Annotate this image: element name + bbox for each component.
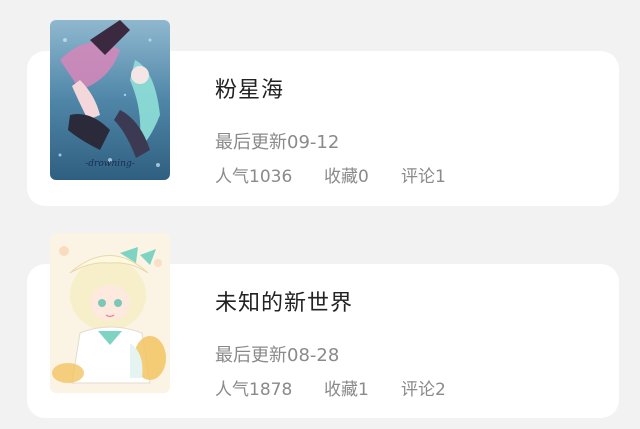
cover-illustration-girl: [50, 233, 170, 393]
last-updated-text: 最后更新08-28: [215, 345, 340, 366]
favorites-count: 收藏1: [324, 380, 369, 400]
popularity-count: 人气1878: [215, 380, 293, 400]
work-title[interactable]: 未知的新世界: [215, 285, 353, 317]
comments-count: 评论2: [401, 380, 446, 400]
work-cover-image[interactable]: [50, 233, 170, 393]
cover-caption: -drowning-: [85, 159, 135, 169]
work-list: -drowning- 粉星海 最后更新09-12 人气1036 收藏0 评论1: [0, 0, 640, 429]
favorites-count: 收藏0: [324, 167, 369, 187]
cover-illustration-underwater: -drowning-: [50, 20, 170, 180]
comments-count: 评论1: [401, 167, 446, 187]
work-cover-image[interactable]: -drowning-: [50, 20, 170, 180]
popularity-count: 人气1036: [215, 167, 293, 187]
work-title[interactable]: 粉星海: [215, 72, 284, 104]
last-updated-text: 最后更新09-12: [215, 132, 340, 153]
